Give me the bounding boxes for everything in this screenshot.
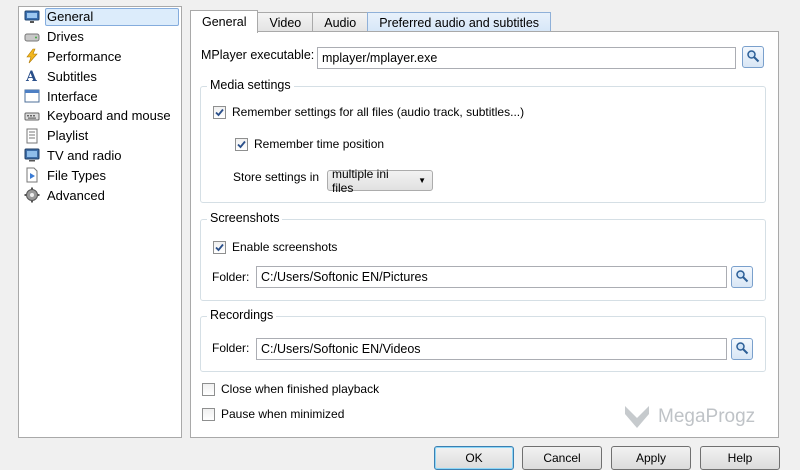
mplayer-executable-row: MPlayer executable:: [201, 48, 314, 62]
tab-video[interactable]: Video: [257, 12, 314, 33]
sidebar-item-label: Interface: [47, 88, 98, 104]
store-settings-select[interactable]: multiple ini files ▼: [327, 167, 433, 195]
screenshots-title: Screenshots: [207, 211, 283, 225]
search-icon: [735, 341, 749, 358]
svg-text:A: A: [25, 69, 38, 84]
remember-all-label: Remember settings for all files (audio t…: [232, 105, 525, 119]
recordings-title: Recordings: [207, 308, 277, 322]
watermark-logo: MegaProgz: [622, 402, 755, 432]
monitor-icon: [23, 9, 41, 25]
mplayer-executable-input[interactable]: mplayer/mplayer.exe: [317, 47, 736, 69]
tab-audio[interactable]: Audio: [312, 12, 369, 33]
interface-icon: [23, 88, 41, 104]
sidebar-item-label: File Types: [47, 167, 107, 183]
close-when-finished-row: Close when finished playback: [202, 382, 379, 396]
sidebar-item-playlist[interactable]: Playlist: [19, 126, 181, 146]
chevron-down-icon: ▼: [418, 176, 426, 185]
store-settings-label: Store settings in: [233, 170, 320, 184]
browse-screenshots-folder-button[interactable]: [731, 266, 753, 288]
sidebar-item-keyboard-and-mouse[interactable]: Keyboard and mouse: [19, 106, 181, 126]
drive-icon: [23, 29, 41, 45]
enable-screenshots-label: Enable screenshots: [232, 240, 338, 254]
tab-bar: General Video Audio Preferred audio and …: [190, 10, 552, 33]
megaprogz-logo-icon: [625, 406, 649, 428]
store-settings-row: Store settings in: [233, 170, 319, 184]
file-types-icon: [23, 167, 41, 183]
sidebar-item-label: Drives: [47, 29, 84, 45]
sidebar-item-label: Keyboard and mouse: [47, 108, 171, 124]
cancel-button[interactable]: Cancel: [522, 446, 602, 470]
sidebar-item-interface[interactable]: Interface: [19, 86, 181, 106]
recordings-folder-row: Folder:: [212, 341, 249, 355]
screenshots-folder-row: Folder:: [212, 270, 249, 284]
sidebar-item-label: Subtitles: [47, 68, 97, 84]
sidebar-item-tv-and-radio[interactable]: TV and radio: [19, 146, 181, 166]
close-when-finished-checkbox[interactable]: [202, 382, 215, 396]
remember-all-checkbox[interactable]: [213, 105, 226, 119]
apply-button[interactable]: Apply: [611, 446, 691, 470]
sidebar-item-drives[interactable]: Drives: [19, 27, 181, 47]
help-button[interactable]: Help: [700, 446, 780, 470]
screenshots-folder-label: Folder:: [212, 270, 250, 284]
remember-all-row: Remember settings for all files (audio t…: [213, 105, 524, 119]
sidebar-item-advanced[interactable]: Advanced: [19, 185, 181, 205]
sidebar-item-label: Advanced: [47, 187, 105, 203]
browse-recordings-folder-button[interactable]: [731, 338, 753, 360]
sidebar-item-subtitles[interactable]: A Subtitles: [19, 66, 181, 86]
sidebar-item-file-types[interactable]: File Types: [19, 165, 181, 185]
settings-sidebar: General Drives Performance A Subtitles I…: [18, 6, 182, 438]
pause-when-minimized-label: Pause when minimized: [221, 407, 345, 421]
sidebar-item-label: General: [47, 9, 94, 25]
enable-screenshots-checkbox[interactable]: [213, 240, 226, 254]
tv-icon: [23, 147, 41, 163]
recordings-folder-input[interactable]: C:/Users/Softonic EN/Videos: [256, 338, 727, 360]
pause-when-minimized-checkbox[interactable]: [202, 407, 215, 421]
browse-mplayer-button[interactable]: [742, 46, 764, 68]
recordings-folder-label: Folder:: [212, 341, 250, 355]
mplayer-executable-label: MPlayer executable:: [201, 48, 315, 62]
keyboard-icon: [23, 108, 41, 124]
remember-time-checkbox[interactable]: [235, 137, 248, 151]
remember-time-label: Remember time position: [254, 137, 385, 151]
store-settings-value: multiple ini files: [332, 166, 389, 195]
sidebar-item-performance[interactable]: Performance: [19, 47, 181, 67]
close-when-finished-label: Close when finished playback: [221, 382, 380, 396]
sidebar-item-general[interactable]: General: [19, 7, 181, 27]
enable-screenshots-row: Enable screenshots: [213, 240, 337, 254]
tab-general[interactable]: General: [190, 10, 259, 33]
search-icon: [735, 269, 749, 286]
tab-preferred-audio-and-subtitles[interactable]: Preferred audio and subtitles: [367, 12, 552, 33]
sidebar-item-label: TV and radio: [47, 147, 122, 163]
playlist-icon: [23, 128, 41, 144]
subtitles-icon: A: [23, 68, 41, 84]
sidebar-item-label: Playlist: [47, 128, 89, 144]
ok-button[interactable]: OK: [434, 446, 514, 470]
sidebar-item-label: Performance: [47, 48, 122, 64]
screenshots-folder-input[interactable]: C:/Users/Softonic EN/Pictures: [256, 266, 727, 288]
remember-time-row: Remember time position: [235, 137, 384, 151]
lightning-icon: [23, 48, 41, 64]
general-tab-panel: MPlayer executable: mplayer/mplayer.exe …: [190, 31, 779, 438]
media-settings-title: Media settings: [207, 78, 294, 92]
watermark-text: MegaProgz: [658, 406, 756, 427]
search-icon: [746, 49, 760, 66]
pause-when-minimized-row: Pause when minimized: [202, 407, 344, 421]
screenshots-group: Screenshots: [200, 211, 766, 301]
gear-icon: [23, 187, 41, 203]
